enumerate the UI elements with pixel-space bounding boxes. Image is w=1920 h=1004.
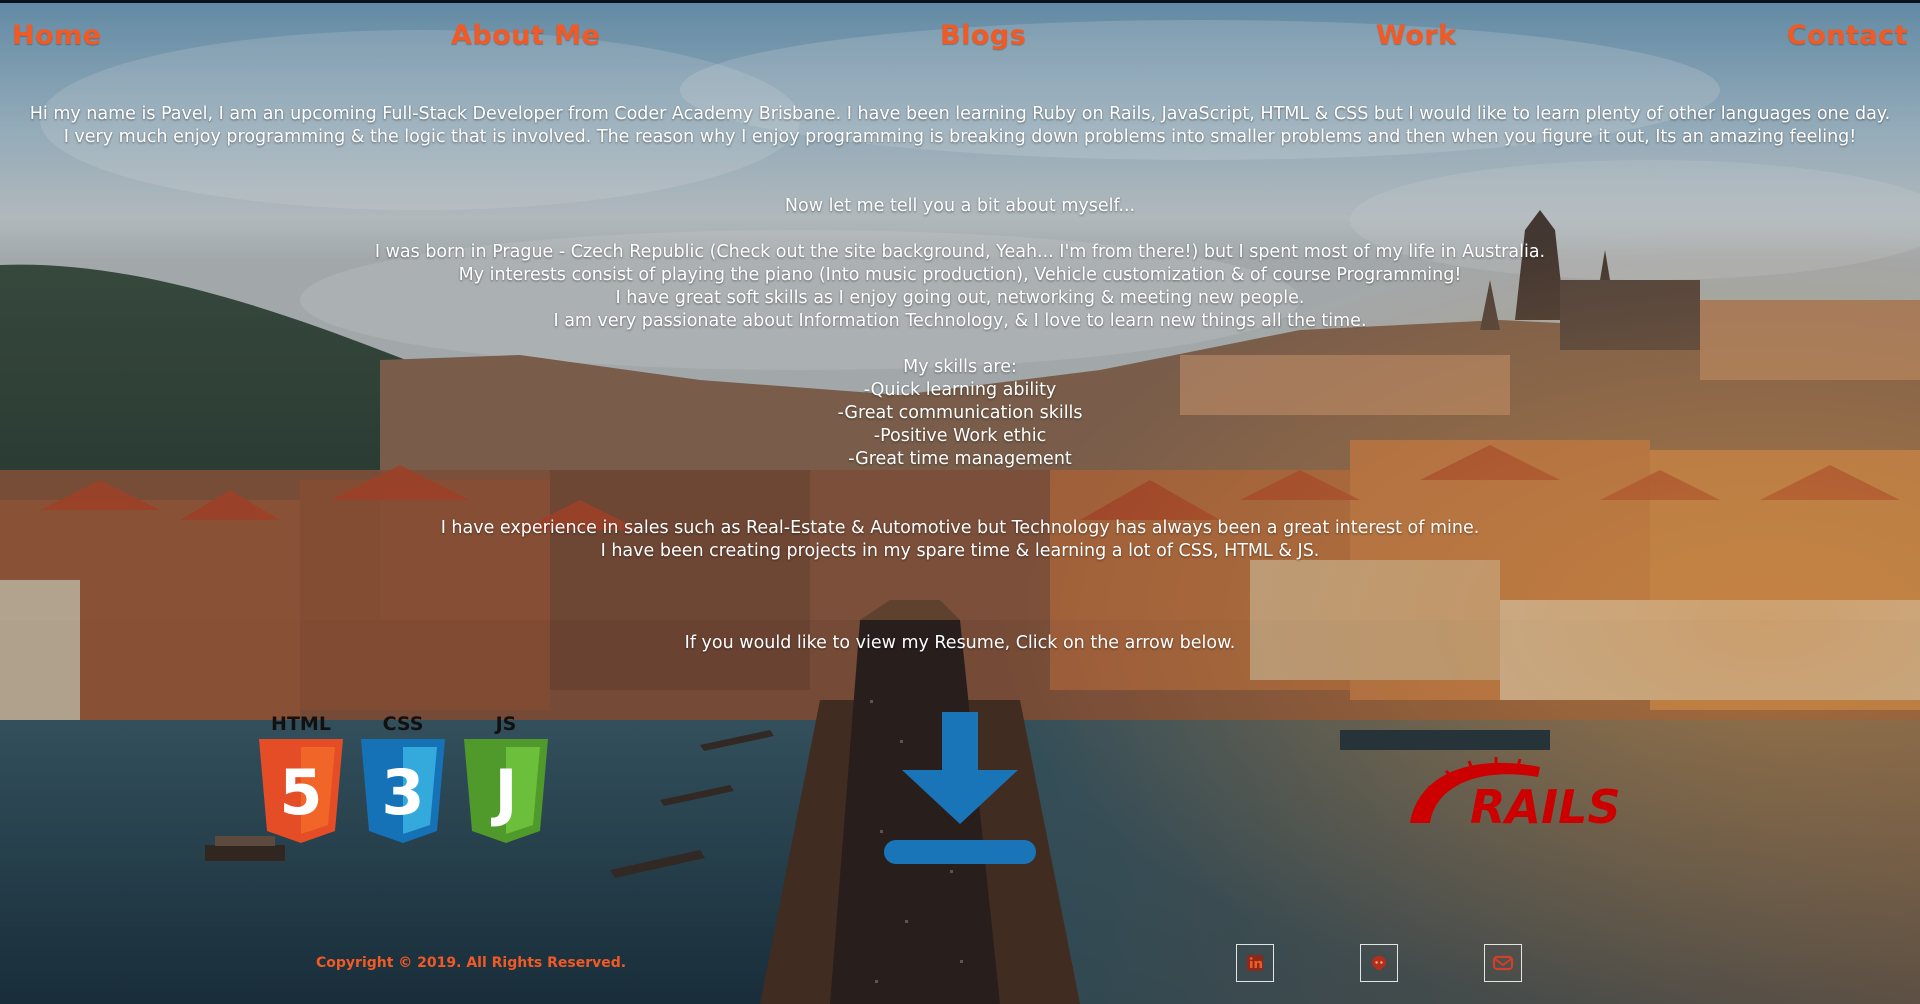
copyright-text: Copyright © 2019. All Rights Reserved.: [316, 955, 627, 971]
rails-logo: RAILS: [1400, 755, 1630, 834]
github-link[interactable]: [1360, 944, 1398, 982]
linkedin-link[interactable]: [1236, 944, 1274, 982]
skills-title: My skills are:: [903, 357, 1017, 377]
skill-item: -Positive Work ethic: [873, 426, 1047, 446]
email-icon: [1492, 955, 1514, 971]
nav-work-link[interactable]: Work: [1376, 20, 1457, 51]
html-label: HTML: [271, 713, 331, 735]
css3-logo: CSS 3: [355, 713, 451, 849]
download-arrow-shaft: [942, 712, 978, 778]
html5-logo: HTML 5: [253, 713, 349, 849]
lead-line: Now let me tell you a bit about myself..…: [784, 196, 1136, 216]
download-arrow-head: [902, 770, 1018, 824]
resume-prompt: If you would like to view my Resume, Cli…: [684, 633, 1236, 653]
css-label: CSS: [383, 713, 424, 735]
experience-line-2: I have been creating projects in my spar…: [600, 541, 1320, 561]
bio-line-2: My interests consist of playing the pian…: [458, 265, 1462, 285]
intro-line-1: Hi my name is Pavel, I am an upcoming Fu…: [29, 104, 1891, 124]
main-nav: Home About Me Blogs Work Contact: [0, 20, 1920, 60]
github-icon: [1372, 956, 1386, 970]
skill-item: -Great communication skills: [837, 403, 1083, 423]
js-letter: J: [490, 756, 517, 829]
skill-item: -Quick learning ability: [863, 380, 1057, 400]
js-logo: JS J: [458, 713, 554, 849]
resume-download-arrow[interactable]: [884, 712, 1036, 870]
html-number: 5: [279, 756, 322, 829]
js-label: JS: [494, 713, 517, 735]
bio-line-1: I was born in Prague - Czech Republic (C…: [374, 242, 1546, 262]
about-section: Hi my name is Pavel, I am an upcoming Fu…: [0, 103, 1920, 655]
nav-about-link[interactable]: About Me: [451, 20, 600, 51]
experience-line-1: I have experience in sales such as Real-…: [440, 518, 1480, 538]
nav-blogs-link[interactable]: Blogs: [940, 20, 1026, 51]
css-number: 3: [381, 756, 424, 829]
nav-home-link[interactable]: Home: [12, 20, 102, 51]
nav-contact-link[interactable]: Contact: [1787, 20, 1908, 51]
email-link[interactable]: [1484, 944, 1522, 982]
download-arrow-base: [884, 840, 1036, 864]
linkedin-icon: [1247, 955, 1263, 971]
intro-line-2: I very much enjoy programming & the logi…: [63, 127, 1857, 147]
skill-item: -Great time management: [848, 449, 1072, 469]
top-border: [0, 0, 1920, 3]
rails-text: RAILS: [1470, 780, 1621, 827]
bio-line-3: I have great soft skills as I enjoy goin…: [615, 288, 1305, 308]
bio-line-4: I am very passionate about Information T…: [553, 311, 1367, 331]
